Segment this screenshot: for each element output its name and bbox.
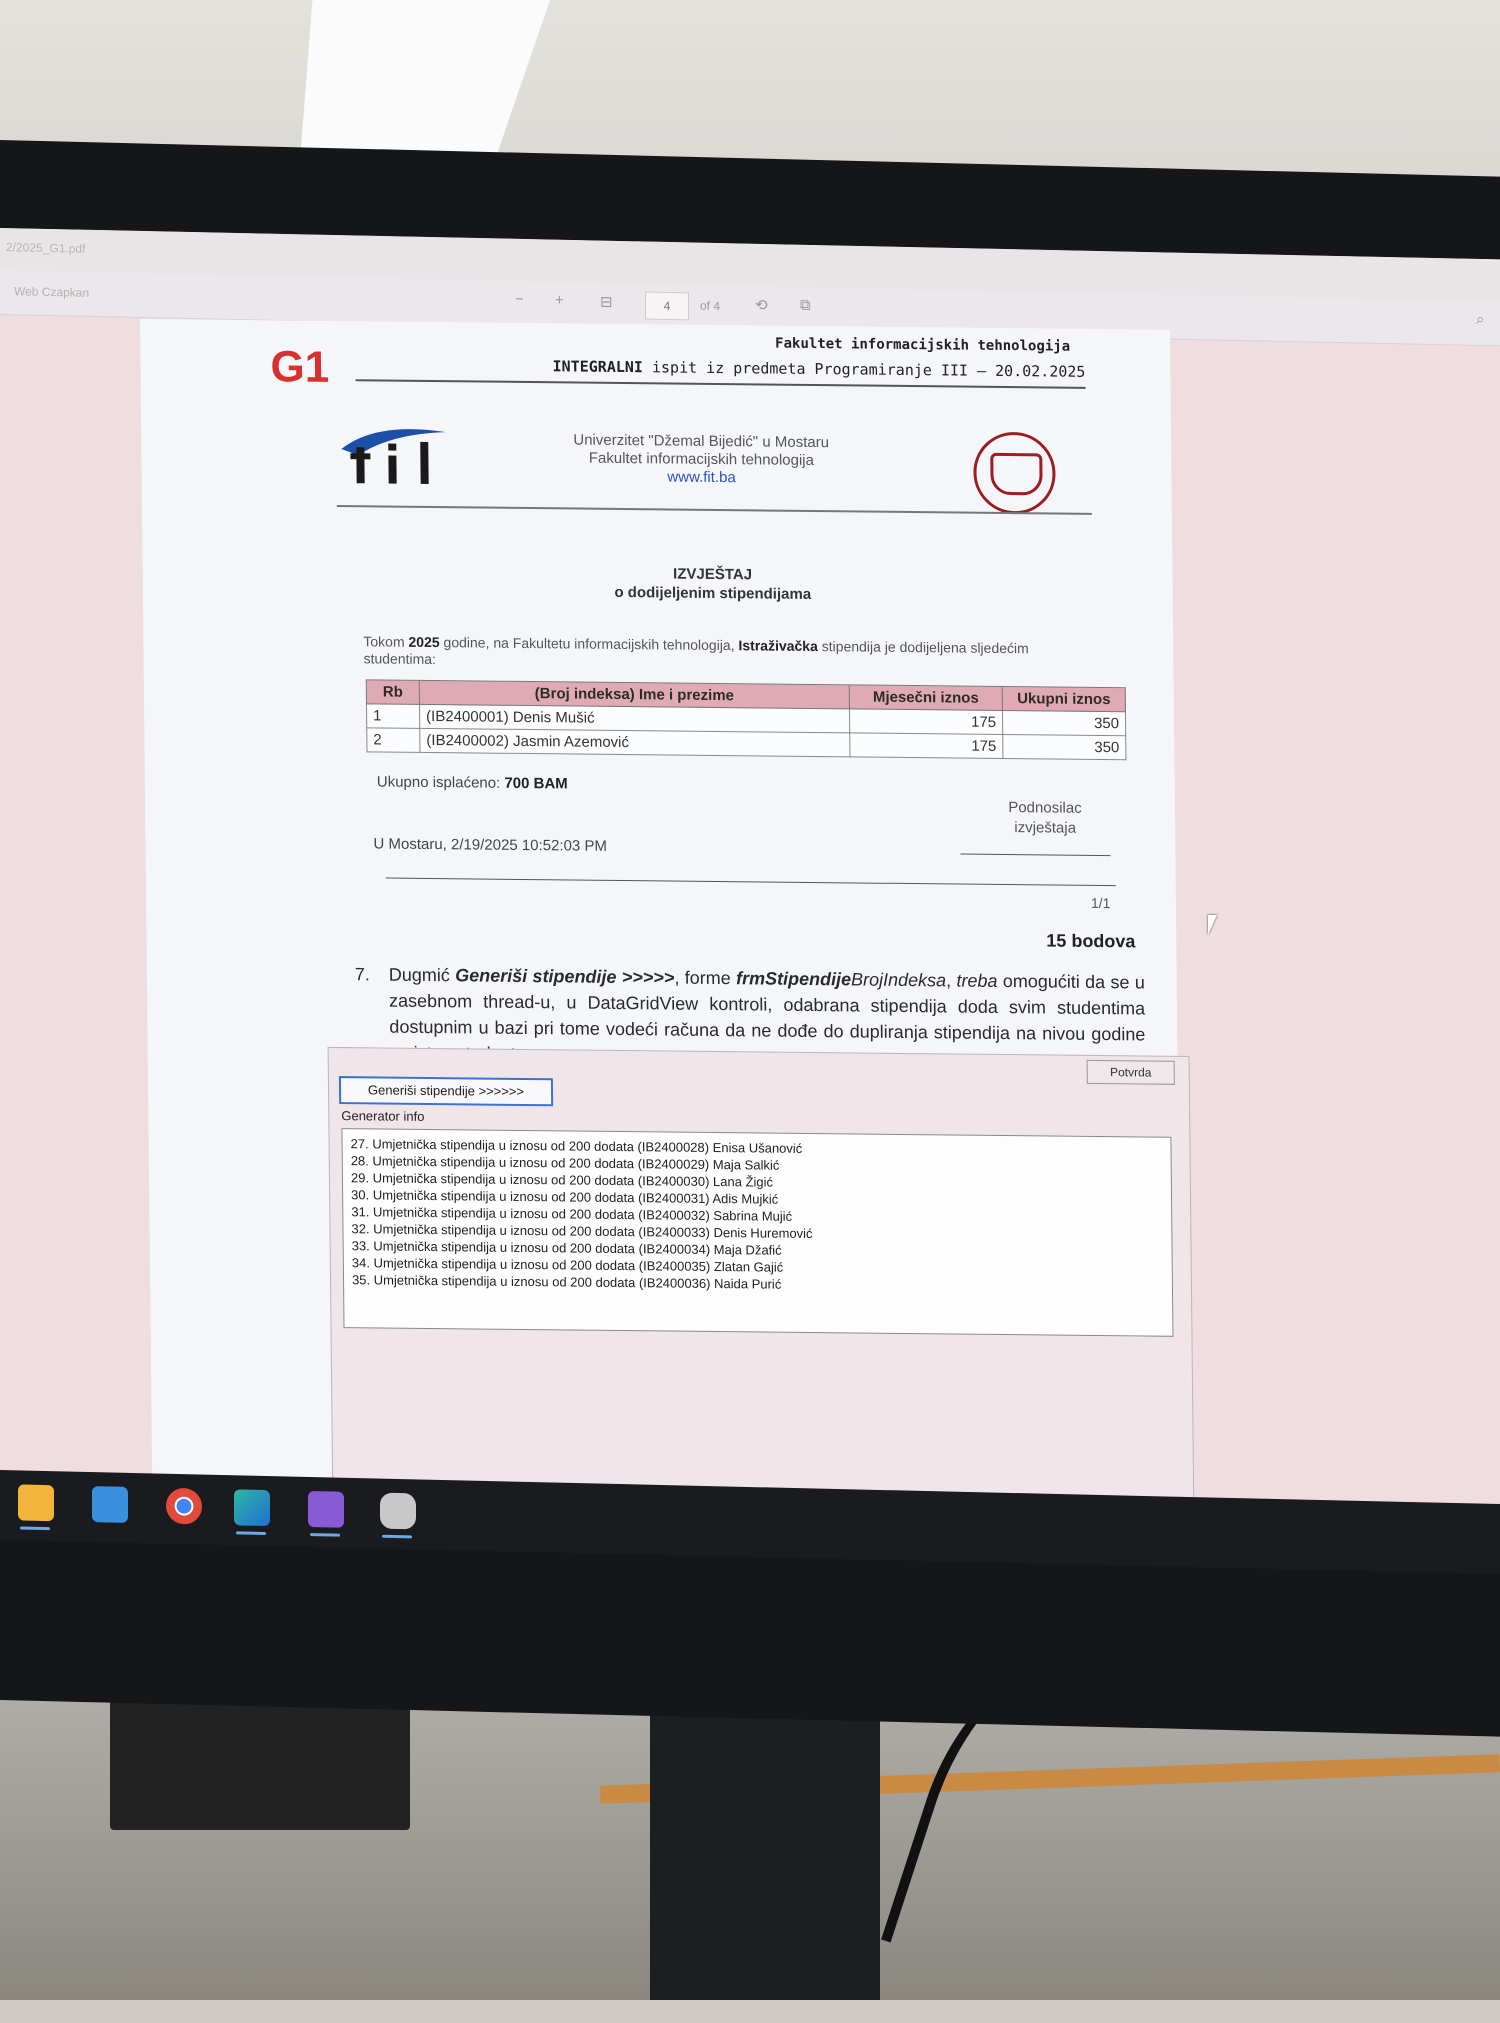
cell-monthly: 175 <box>849 708 1003 735</box>
screen: 2/2025_G1.pdf Web Czapkan − + ⊟ 4 of 4 ⟲… <box>0 228 1500 1510</box>
header-divider <box>336 505 1092 515</box>
confirm-button[interactable]: Potvrda <box>1086 1059 1175 1085</box>
generator-info-label: Generator info <box>341 1108 425 1124</box>
faculty-header: Fakultet informacijskih tehnologija <box>775 335 1071 355</box>
report-title-block: IZVJEŠTAJ o dodijeljenim stipendijama <box>472 562 952 605</box>
report-intro: Tokom 2025 godine, na Fakultetu informac… <box>363 633 1029 668</box>
total-paid-value: 700 BAM <box>504 774 568 793</box>
cell-total: 350 <box>1002 734 1126 760</box>
scholarship-table: Rb (Broj indeksa) Ime i prezime Mjesečni… <box>366 679 1127 760</box>
window-title: 2/2025_G1.pdf <box>6 240 86 256</box>
exam-title: INTEGRALNI ispit iz predmeta Programiran… <box>355 355 1086 389</box>
edge-indicator <box>236 1531 266 1536</box>
cell-monthly: 175 <box>849 732 1003 759</box>
visual-studio-icon[interactable] <box>308 1490 344 1528</box>
group-label: G1 <box>270 342 330 392</box>
fit-logo <box>341 429 447 484</box>
visual-studio-indicator <box>310 1533 340 1537</box>
footer-divider <box>385 877 1116 887</box>
zoom-out-icon[interactable]: − <box>515 291 524 308</box>
website-link[interactable]: www.fit.ba <box>471 466 931 489</box>
task-number: 7. <box>354 964 370 985</box>
task-points: 15 bodova <box>1046 930 1136 952</box>
report-page-number: 1/1 <box>1090 894 1111 912</box>
mouse-pointer-icon <box>1208 915 1226 935</box>
cell-total: 350 <box>1002 710 1126 736</box>
generate-scholarships-button[interactable]: Generiši stipendije >>>>>> <box>338 1076 554 1107</box>
file-explorer-icon[interactable] <box>18 1484 54 1522</box>
col-header-rb: Rb <box>366 679 420 705</box>
search-icon[interactable]: ⌕ <box>1476 311 1484 328</box>
generator-info-textbox[interactable]: 27. Umjetnička stipendija u iznosu od 20… <box>341 1128 1174 1337</box>
background-monitor <box>110 1700 410 1830</box>
zoom-in-icon[interactable]: + <box>555 292 564 309</box>
cell-rb: 2 <box>366 727 420 753</box>
cell-student: (IB2400002) Jasmin Azemović <box>419 728 850 757</box>
file-explorer-indicator <box>20 1526 50 1531</box>
exam-subject: ispit iz predmeta Programiranje III – 20… <box>642 358 1086 381</box>
form-screenshot: Potvrda Generiši stipendije >>>>>> Gener… <box>327 1046 1195 1499</box>
database-indicator <box>382 1534 412 1539</box>
exam-type: INTEGRALNI <box>552 357 644 377</box>
page-count: of 4 <box>700 298 721 314</box>
store-icon[interactable] <box>92 1486 128 1523</box>
rotate-icon[interactable]: ⟲ <box>755 296 768 314</box>
total-paid: Ukupno isplaćeno: 700 BAM <box>376 773 568 793</box>
cell-rb: 1 <box>366 703 420 729</box>
edge-icon[interactable] <box>234 1489 270 1527</box>
page-number-input[interactable]: 4 <box>645 291 689 321</box>
university-block: Univerzitet "Džemal Bijedić" u Mostaru F… <box>471 430 932 489</box>
page-view-icon[interactable]: ⧉ <box>800 297 811 314</box>
database-icon[interactable] <box>380 1492 416 1530</box>
fit-page-icon[interactable]: ⊟ <box>600 293 613 311</box>
col-header-monthly: Mjesečni iznos <box>849 684 1003 711</box>
pdf-tab-label[interactable]: Web Czapkan <box>14 284 89 300</box>
chrome-icon[interactable] <box>166 1487 202 1525</box>
col-header-total: Ukupni iznos <box>1002 686 1126 712</box>
signer-label: Podnosilac izvještaja <box>1008 799 1082 837</box>
signature-line <box>960 853 1111 857</box>
place-date: U Mostaru, 2/19/2025 10:52:03 PM <box>373 835 608 855</box>
pdf-page: G1 Fakultet informacijskih tehnologija I… <box>140 318 1195 1499</box>
report-subtitle: o dodijeljenim stipendijama <box>614 583 812 603</box>
university-seal <box>973 431 1056 515</box>
